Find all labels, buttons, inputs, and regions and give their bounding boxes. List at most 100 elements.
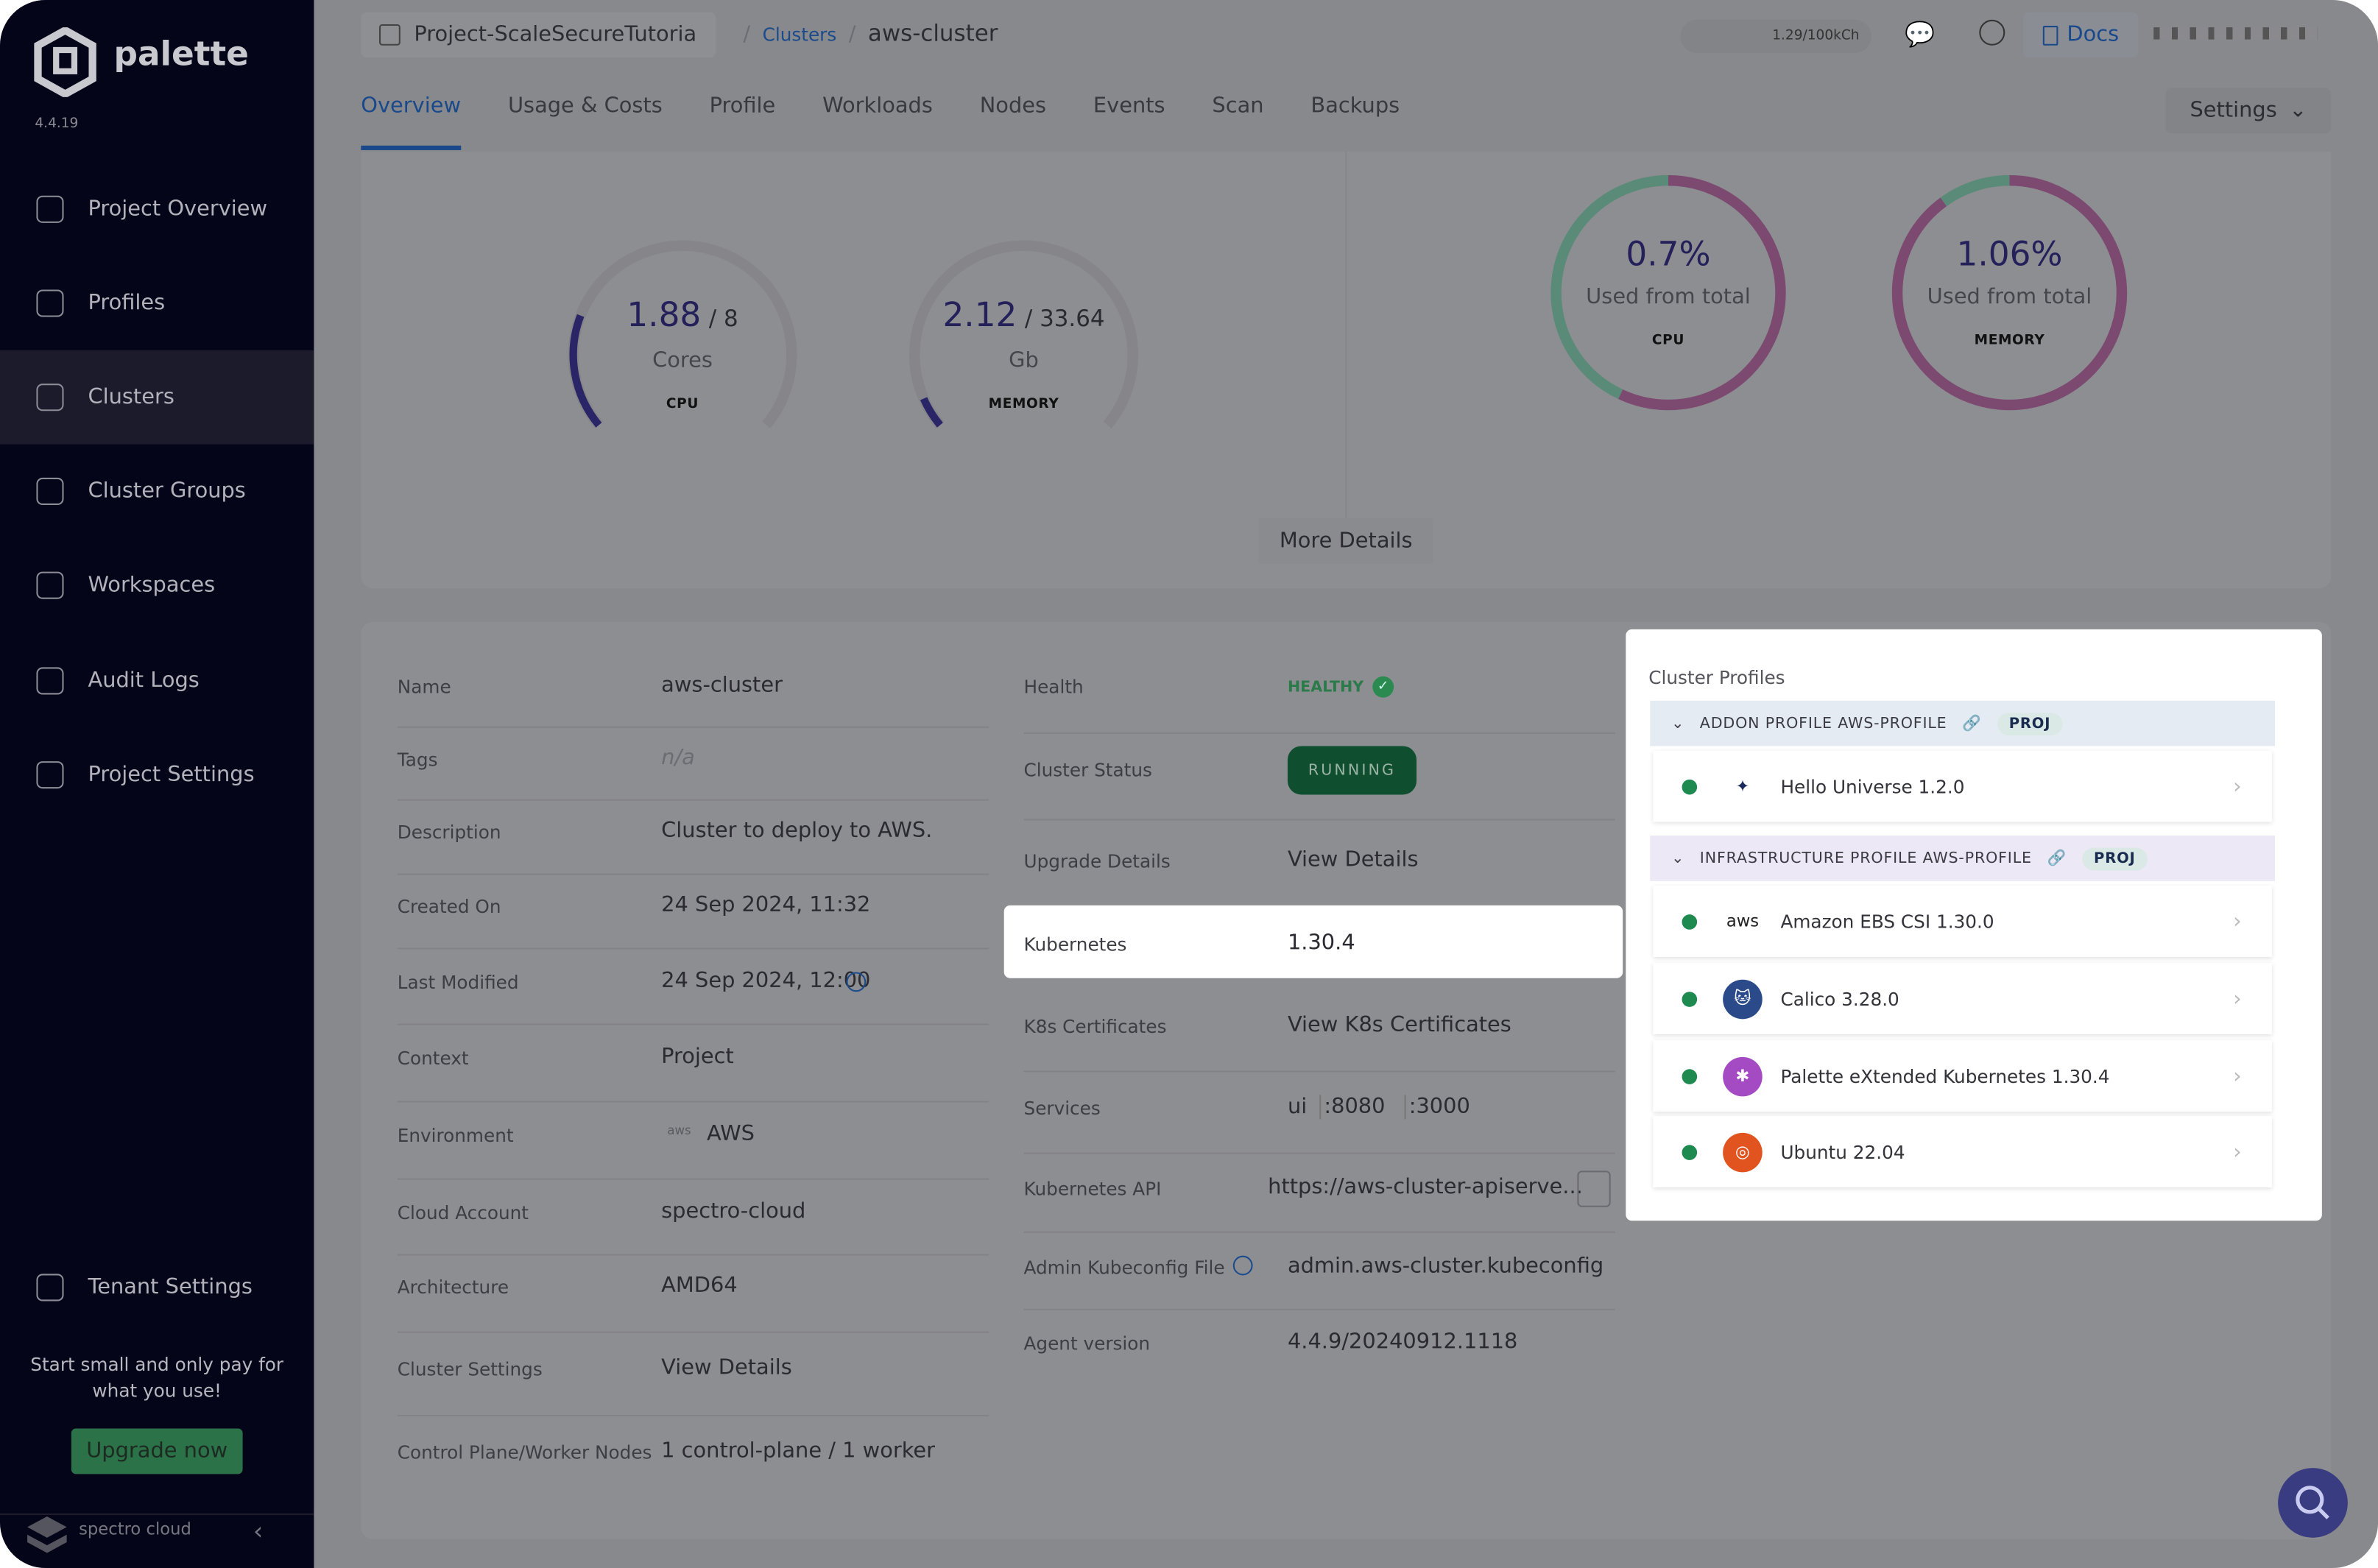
layer-name: Palette eXtended Kubernetes 1.30.4 [1780,1065,2110,1087]
memory-percent: 1.06% [1956,236,2063,275]
chevron-down-icon[interactable]: ⌄ [1671,850,1684,867]
detail-value-services: ui [1287,1095,1308,1120]
cluster-groups-icon [36,477,64,505]
palette-logo-icon [34,27,96,97]
search-help-button[interactable] [2278,1468,2348,1538]
link-icon[interactable]: 🔗 [2047,850,2066,867]
workspaces-icon [36,571,64,599]
detail-value-health: HEALTHY [1287,679,1364,696]
sidebar-item-workspaces[interactable]: Workspaces [0,538,314,632]
detail-value-upgrade-details[interactable]: View Details [1288,848,1419,872]
detail-value-last-modified: 24 Sep 2024, 12:00 [661,969,871,994]
user-menu[interactable] [2153,27,2318,40]
sidebar: palette 4.4.19 Tenant Settings Start sma… [0,0,314,1568]
detail-label-tags: Tags [397,749,438,771]
sidebar-item-project-overview[interactable]: Project Overview [0,162,314,256]
profile-name: ADDON PROFILE AWS-PROFILE [1699,715,1947,732]
detail-value-cluster-settings[interactable]: View Details [661,1356,792,1380]
hello-universe-icon: ✦ [1735,776,1750,797]
detail-label-upgrade-details: Upgrade Details [1023,850,1171,872]
compass-icon[interactable] [1979,19,2005,46]
tab-profile[interactable]: Profile [710,94,776,119]
scope-badge: PROJ [2081,847,2148,870]
service-port-link[interactable]: :8080 [1319,1095,1386,1120]
profile-layer-item[interactable]: aws Amazon EBS CSI 1.30.0 › [1653,886,2272,957]
detail-label-context: Context [397,1048,469,1070]
detail-label-description: Description [397,822,501,844]
service-port-link[interactable]: :3000 [1404,1095,1470,1120]
row-divider [397,1413,989,1416]
sidebar-item-label: Cluster Groups [88,478,246,504]
breadcrumb-separator: / [743,22,751,47]
detail-value-agent-version: 4.4.9/20240912.1118 [1287,1329,1518,1355]
cpu-percent: 0.7% [1626,236,1711,275]
app-window: palette 4.4.19 Tenant Settings Start sma… [0,0,2378,1568]
settings-dropdown[interactable]: Settings ⌄ [2165,88,2332,134]
gear-icon [36,761,64,789]
memory-percent-caption: Used from total [1927,285,2092,310]
tab-workloads[interactable]: Workloads [822,94,933,119]
memory-ring-free [1940,174,2010,207]
upgrade-now-button[interactable]: Upgrade now [71,1428,243,1475]
sidebar-item-cluster-groups[interactable]: Cluster Groups [0,445,314,539]
layer-name: Hello Universe 1.2.0 [1780,775,1965,797]
cpu-unit: Cores [652,348,713,373]
tools-icon [36,1274,64,1302]
detail-value-admin-kubeconfig-file[interactable]: admin.aws-cluster.kubeconfig [1288,1254,1603,1279]
layers-icon [36,289,64,317]
detail-value-name: aws-cluster [661,673,783,698]
tab-nodes[interactable]: Nodes [980,94,1046,119]
sidebar-item-clusters[interactable]: Clusters [0,350,314,445]
chevron-right-icon: › [2233,1140,2242,1165]
sidebar-item-project-settings[interactable]: Project Settings [0,728,314,822]
project-selector[interactable]: Project-ScaleSecureTutoria [361,12,716,58]
detail-value-environment: AWS [706,1122,755,1147]
row-divider [1023,731,1615,734]
sidebar-item-label: Profiles [88,291,166,316]
sidebar-item-tenant-settings[interactable]: Tenant Settings [0,1240,314,1335]
collapse-sidebar-icon[interactable]: ‹ [253,1516,263,1545]
cpu-total: / 8 [708,305,738,333]
cpu-gauge-readout: 1.88 / 8 [561,297,804,336]
calico-icon: 🐱 [1723,978,1763,1019]
tab-usage-costs[interactable]: Usage & Costs [508,94,663,119]
detail-label-last-modified: Last Modified [397,972,519,994]
row-divider [1023,1151,1615,1154]
breadcrumb-clusters[interactable]: Clusters [763,24,837,46]
docs-button[interactable]: Docs [2023,12,2139,58]
more-details-button[interactable]: More Details [1258,518,1433,565]
cluster-profiles-title: Cluster Profiles [1648,667,1785,689]
ubuntu-icon: ◎ [1723,1131,1763,1172]
tab-backups[interactable]: Backups [1310,94,1400,119]
sidebar-item-profiles[interactable]: Profiles [0,256,314,350]
memory-unit: Gb [1009,348,1039,373]
usage-meter[interactable]: 1.29/100kCh [1680,19,1872,54]
sidebar-item-label: Project Settings [88,763,255,788]
aws-icon: aws [1726,911,1760,931]
detail-value-kubernetes: 1.30.4 [1287,930,1355,956]
profile-layer-item[interactable]: ✱ Palette eXtended Kubernetes 1.30.4 › [1653,1040,2272,1112]
detail-value-k8s-certificates[interactable]: View K8s Certificates [1288,1013,1511,1037]
info-icon[interactable] [846,972,867,992]
profile-layer-item[interactable]: 🐱 Calico 3.28.0 › [1653,963,2272,1034]
tab-overview[interactable]: Overview [361,94,461,150]
detail-value-architecture: AMD64 [661,1274,738,1299]
infrastructure-profile-header[interactable]: ⌄ INFRASTRUCTURE PROFILE AWS-PROFILE 🔗 PROJ [1650,836,2275,881]
clusters-icon [36,384,64,412]
tab-scan[interactable]: Scan [1212,94,1263,119]
copy-icon[interactable] [1577,1170,1611,1207]
chart-icon [36,195,64,223]
profile-layer-item[interactable]: ◎ Ubuntu 22.04 › [1653,1116,2272,1187]
sidebar-item-label: Clusters [88,385,174,410]
link-icon[interactable]: 🔗 [1962,715,1981,732]
info-icon[interactable] [1232,1255,1253,1276]
spectro-cloud-logo-icon [27,1516,67,1553]
chevron-down-icon[interactable]: ⌄ [1671,715,1684,732]
tab-events[interactable]: Events [1093,94,1165,119]
addon-profile-header[interactable]: ⌄ ADDON PROFILE AWS-PROFILE 🔗 PROJ [1650,700,2275,746]
row-divider [397,1100,989,1102]
sidebar-item-audit-logs[interactable]: Audit Logs [0,634,314,728]
memory-used: 2.12 [942,297,1017,336]
profile-layer-item[interactable]: ✦ Hello Universe 1.2.0 › [1653,750,2272,822]
chat-icon[interactable]: 💬 [1905,20,1935,49]
